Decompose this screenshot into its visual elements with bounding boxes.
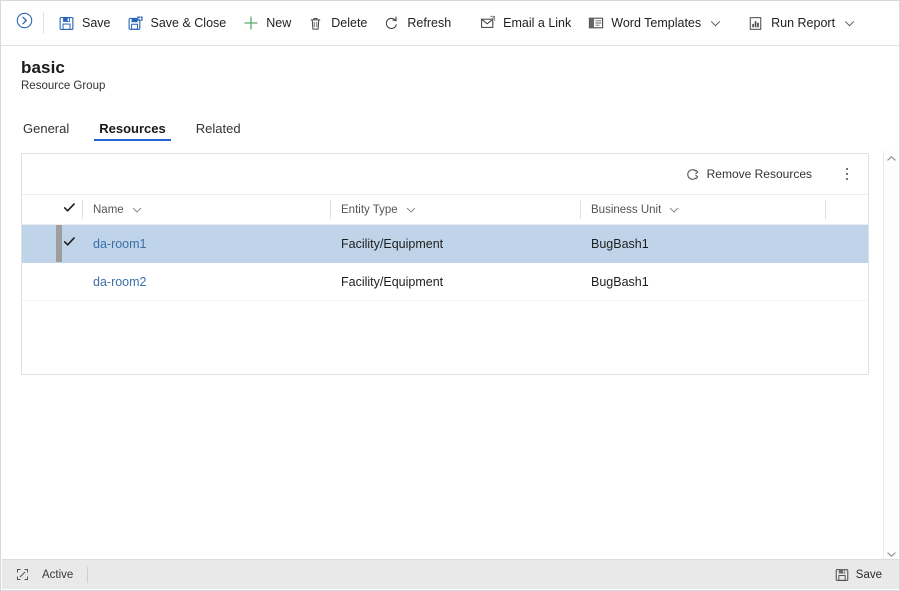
plus-icon (242, 15, 259, 32)
new-button-label: New (266, 15, 292, 30)
save-button[interactable]: Save (50, 8, 119, 38)
save-floppy-icon (835, 568, 849, 582)
table-row[interactable]: da-room1 Facility/Equipment BugBash1 (22, 225, 868, 263)
refresh-button[interactable]: Refresh (375, 8, 459, 38)
chevron-down-icon[interactable] (844, 18, 855, 29)
trash-icon (307, 15, 324, 32)
remove-resources-label: Remove Resources (706, 167, 812, 181)
row-checkbox[interactable] (56, 235, 82, 253)
tab-resources[interactable]: Resources (94, 122, 172, 141)
footer-save-button[interactable]: Save (835, 568, 882, 582)
cell-entity-type: Facility/Equipment (341, 274, 444, 289)
save-button-label: Save (82, 15, 111, 30)
refresh-button-label: Refresh (407, 15, 452, 30)
run-report-button[interactable]: Run Report (739, 8, 863, 38)
column-header-name-label: Name (93, 203, 124, 216)
email-link-icon (479, 15, 496, 32)
column-header-name[interactable]: Name (82, 200, 330, 219)
scroll-up-button[interactable] (884, 151, 899, 165)
checkmark-icon (63, 201, 76, 219)
run-report-icon (747, 15, 764, 32)
cell-business-unit: BugBash1 (591, 236, 649, 251)
status-bar: Active Save (2, 559, 899, 589)
chevron-down-icon[interactable] (406, 205, 416, 215)
command-bar: Save Save & Close New Delete Refresh Ema… (1, 1, 899, 46)
save-floppy-icon (58, 15, 75, 32)
remove-resources-button[interactable]: Remove Resources (676, 160, 820, 188)
command-bar-divider (43, 12, 44, 34)
save-and-close-icon (127, 15, 144, 32)
delete-button[interactable]: Delete (299, 8, 375, 38)
cell-business-unit: BugBash1 (591, 274, 649, 289)
column-header-business-unit[interactable]: Business Unit (580, 200, 825, 219)
form-vertical-scrollbar[interactable] (883, 151, 898, 561)
column-header-entity-type[interactable]: Entity Type (330, 200, 580, 219)
tab-related[interactable]: Related (194, 122, 243, 141)
run-report-label: Run Report (771, 15, 836, 30)
page-title: basic (21, 58, 65, 77)
select-all-checkbox[interactable] (56, 201, 82, 219)
word-templates-label: Word Templates (611, 15, 702, 30)
grid-command-bar: Remove Resources (22, 154, 868, 194)
form-window: Save Save & Close New Delete Refresh Ema… (0, 0, 900, 591)
resize-grip-icon[interactable] (2, 568, 42, 581)
chevron-down-icon[interactable] (710, 18, 721, 29)
record-header: basic Resource Group (21, 57, 105, 92)
circle-chevron-right-icon (16, 12, 33, 34)
column-header-business-unit-label: Business Unit (591, 203, 662, 216)
chevron-down-icon[interactable] (669, 205, 679, 215)
more-vertical-icon[interactable] (834, 161, 860, 187)
column-resize-handle[interactable] (825, 200, 835, 219)
remove-resource-icon (684, 167, 699, 182)
delete-button-label: Delete (331, 15, 368, 30)
save-and-close-button[interactable]: Save & Close (119, 8, 235, 38)
table-row[interactable]: da-room2 Facility/Equipment BugBash1 (22, 263, 868, 301)
cell-entity-type: Facility/Equipment (341, 236, 444, 251)
entity-type-label: Resource Group (21, 80, 106, 93)
cell-name[interactable]: da-room2 (82, 275, 330, 289)
column-header-entity-type-label: Entity Type (341, 203, 398, 216)
word-templates-button[interactable]: Word Templates (579, 8, 729, 38)
footer-save-label: Save (855, 568, 882, 581)
checkmark-icon (63, 235, 76, 253)
caret-up-icon (886, 149, 896, 167)
email-a-link-label: Email a Link (503, 15, 572, 30)
cell-name[interactable]: da-room1 (82, 237, 330, 251)
expand-collapse-button[interactable] (11, 10, 37, 36)
chevron-down-icon[interactable] (132, 205, 142, 215)
new-button[interactable]: New (234, 8, 299, 38)
tab-general[interactable]: General (21, 122, 71, 141)
grid-header-row: Name Entity Type Business Unit (22, 194, 868, 225)
form-tabs: General Resources Related (21, 113, 269, 141)
refresh-icon (383, 15, 400, 32)
resources-grid-card: Remove Resources Name Entity Type Busine… (21, 153, 869, 375)
email-a-link-button[interactable]: Email a Link (471, 8, 579, 38)
record-status: Active (42, 566, 89, 583)
save-and-close-label: Save & Close (150, 15, 227, 30)
word-template-icon (587, 15, 604, 32)
